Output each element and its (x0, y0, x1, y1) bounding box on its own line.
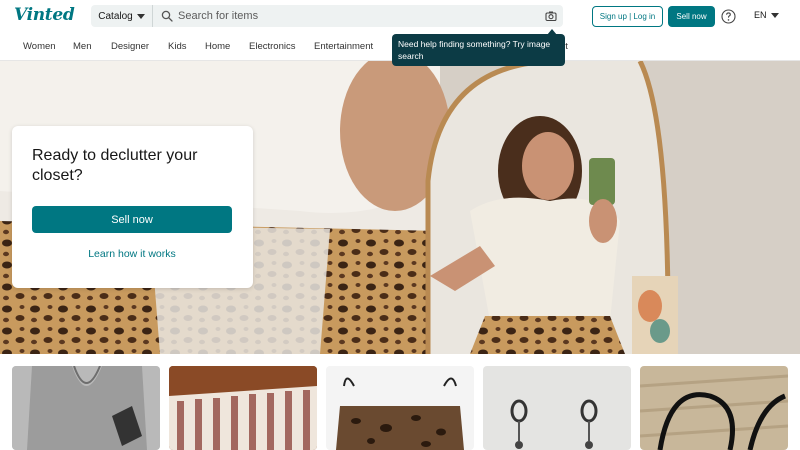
camera-icon[interactable] (545, 10, 557, 22)
language-label: EN (754, 10, 767, 20)
nav-item-kids[interactable]: Kids (168, 41, 186, 52)
language-selector[interactable]: EN (754, 10, 779, 20)
nav-item-home[interactable]: Home (205, 41, 230, 52)
search-input[interactable] (178, 6, 538, 26)
leopard-top-image (326, 366, 474, 450)
top-header: Vinted Catalog Sign up | Log in Sell now… (0, 0, 800, 32)
nav-item-women[interactable]: Women (23, 41, 56, 52)
search-icon (161, 10, 173, 22)
striped-shorts-image (169, 366, 317, 450)
product-card[interactable] (169, 366, 317, 450)
learn-how-it-works-link[interactable]: Learn how it works (32, 248, 232, 260)
product-grid (0, 354, 800, 450)
product-card[interactable] (326, 366, 474, 450)
product-card[interactable] (640, 366, 788, 450)
nav-item-entertainment[interactable]: Entertainment (314, 41, 373, 52)
nav-item-designer[interactable]: Designer (111, 41, 149, 52)
tshirt-image (12, 366, 160, 450)
search-bar: Catalog (91, 5, 563, 27)
earrings-image (483, 366, 631, 450)
nav-item-men[interactable]: Men (73, 41, 91, 52)
vinted-logo[interactable]: Vinted (14, 5, 75, 25)
product-card[interactable] (12, 366, 160, 450)
help-icon[interactable] (721, 9, 736, 24)
signup-login-button[interactable]: Sign up | Log in (592, 6, 663, 27)
image-search-tooltip: Need help finding something? Try image s… (392, 34, 565, 66)
catalog-label: Catalog (98, 10, 133, 22)
chevron-down-icon (770, 12, 779, 18)
product-card[interactable] (483, 366, 631, 450)
chevron-down-icon (136, 13, 145, 19)
hero-card: Ready to declutter your closet? Sell now… (12, 126, 253, 288)
hero-title: Ready to declutter your closet? (32, 147, 198, 184)
hero-banner: Ready to declutter your closet? Sell now… (0, 61, 800, 354)
sell-now-button[interactable]: Sell now (668, 6, 715, 27)
hero-sell-now-button[interactable]: Sell now (32, 206, 232, 233)
catalog-dropdown[interactable]: Catalog (91, 5, 153, 27)
nav-item-electronics[interactable]: Electronics (249, 41, 295, 52)
bag-strap-image (640, 366, 788, 450)
